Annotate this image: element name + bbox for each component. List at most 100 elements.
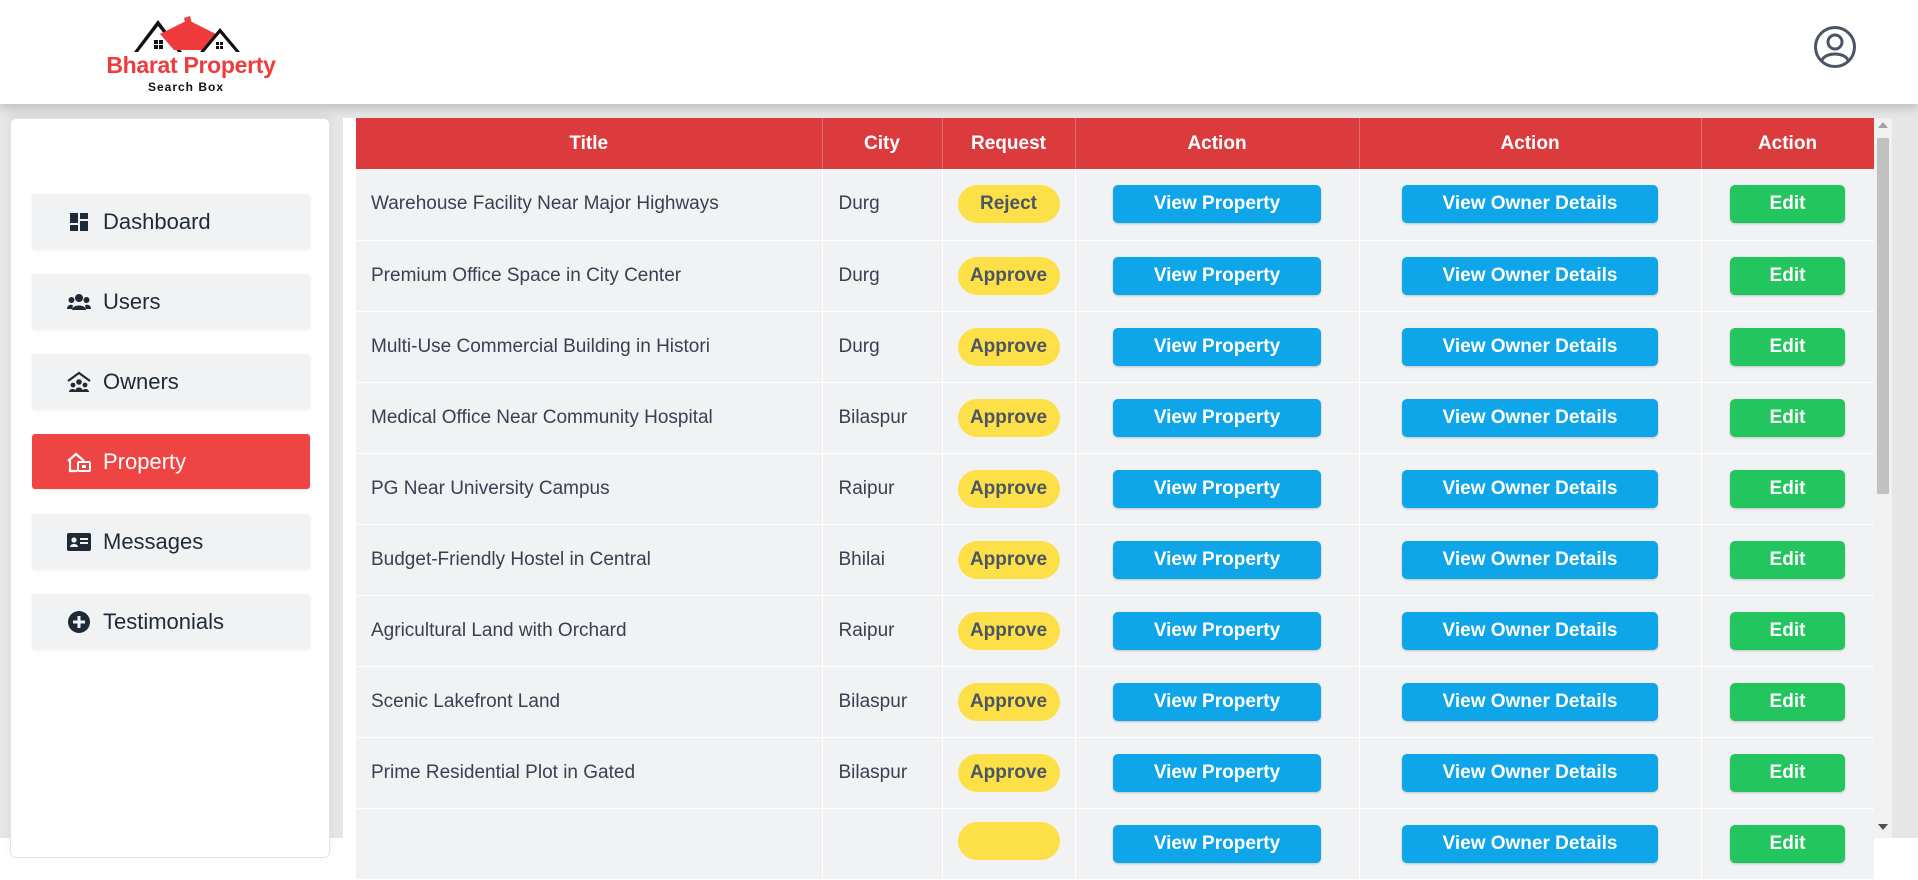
view-property-button[interactable]: View Property [1113, 185, 1321, 224]
table-row: Premium Office Space in City Center Durg A… [356, 240, 1875, 312]
property-title: Warehouse Facility Near Major Highways [356, 169, 823, 241]
sidebar-item-messages[interactable]: Messages [32, 514, 310, 569]
table-row: Warehouse Facility Near Major Highways Du… [356, 169, 1875, 241]
request-status-button[interactable]: Reject [957, 185, 1060, 224]
edit-button[interactable]: Edit [1730, 327, 1845, 366]
vertical-scrollbar[interactable] [1874, 118, 1892, 838]
sidebar-item-testimonials[interactable]: Testimonials [32, 594, 310, 649]
edit-button[interactable]: Edit [1730, 540, 1845, 579]
view-property-cell: View Property [1075, 169, 1360, 241]
view-owner-details-button[interactable]: View Owner Details [1402, 540, 1658, 579]
view-property-button[interactable]: View Property [1113, 753, 1321, 792]
view-property-cell: View Property [1075, 595, 1360, 667]
view-property-button[interactable]: View Property [1113, 398, 1321, 437]
sidebar-item-label: Owners [103, 368, 179, 394]
edit-button[interactable]: Edit [1730, 185, 1845, 224]
request-status-button[interactable]: Approve [957, 256, 1060, 295]
scrollbar-thumb[interactable] [1877, 138, 1889, 494]
edit-button[interactable]: Edit [1730, 753, 1845, 792]
view-owner-details-button[interactable]: View Owner Details [1402, 753, 1658, 792]
edit-cell: Edit [1701, 240, 1875, 312]
request-status-button[interactable]: Approve [957, 327, 1060, 366]
edit-cell: Edit [1701, 382, 1875, 454]
property-title: Medical Office Near Community Hospital [356, 382, 823, 454]
view-property-button[interactable]: View Property [1113, 611, 1321, 650]
edit-button[interactable]: Edit [1730, 611, 1845, 650]
request-status-button[interactable]: Approve [957, 611, 1060, 650]
edit-cell: Edit [1701, 453, 1875, 525]
column-header-action: Action [1359, 118, 1702, 169]
table-row: Multi-Use Commercial Building in Histori… [356, 311, 1875, 383]
view-owner-cell: View Owner Details [1359, 524, 1702, 596]
column-header-city: City [822, 118, 943, 169]
view-owner-details-button[interactable]: View Owner Details [1402, 398, 1658, 437]
view-property-cell: View Property [1075, 808, 1360, 880]
view-property-button[interactable]: View Property [1113, 469, 1321, 508]
view-owner-cell: View Owner Details [1359, 169, 1702, 241]
view-property-button[interactable]: View Property [1113, 256, 1321, 295]
request-status-button[interactable]: Approve [957, 753, 1060, 792]
scroll-down-arrow-icon[interactable] [1878, 824, 1888, 830]
view-owner-details-button[interactable]: View Owner Details [1402, 256, 1658, 295]
request-status-button[interactable]: Approve [957, 398, 1060, 437]
top-bar: Bharat Property Search Box [0, 0, 1918, 104]
sidebar-item-owners[interactable]: Owners [32, 354, 310, 409]
property-title: Multi-Use Commercial Building in Histori [356, 311, 823, 383]
request-cell: Approve [942, 524, 1076, 596]
sidebar-item-users[interactable]: Users [32, 274, 310, 329]
request-status-button[interactable] [957, 821, 1060, 860]
edit-button[interactable]: Edit [1730, 469, 1845, 508]
owners-icon [67, 370, 91, 394]
request-cell: Reject [942, 169, 1076, 241]
view-owner-details-button[interactable]: View Owner Details [1402, 682, 1658, 721]
view-owner-cell: View Owner Details [1359, 737, 1702, 809]
table-row: View Property View Owner Details Edit [356, 808, 1875, 880]
view-owner-details-button[interactable]: View Owner Details [1402, 327, 1658, 366]
view-owner-cell: View Owner Details [1359, 453, 1702, 525]
view-owner-details-button[interactable]: View Owner Details [1402, 185, 1658, 224]
view-property-cell: View Property [1075, 737, 1360, 809]
table-row: Medical Office Near Community Hospital Bi… [356, 382, 1875, 454]
view-property-cell: View Property [1075, 453, 1360, 525]
sidebar-item-dashboard[interactable]: Dashboard [32, 194, 310, 249]
table-row: PG Near University Campus Raipur Approve Vi… [356, 453, 1875, 525]
view-owner-details-button[interactable]: View Owner Details [1402, 824, 1658, 863]
column-header-action: Action [1701, 118, 1875, 169]
sidebar: Dashboard Users Owners Property Messages… [10, 118, 330, 858]
property-city: Raipur [822, 595, 943, 667]
view-owner-cell: View Owner Details [1359, 240, 1702, 312]
edit-button[interactable]: Edit [1730, 682, 1845, 721]
request-cell: Approve [942, 453, 1076, 525]
property-title: Scenic Lakefront Land [356, 666, 823, 738]
edit-cell: Edit [1701, 311, 1875, 383]
brand-logo[interactable]: Bharat Property Search Box [96, 12, 286, 96]
sidebar-item-property[interactable]: Property [32, 434, 310, 489]
edit-button[interactable]: Edit [1730, 398, 1845, 437]
property-title: Prime Residential Plot in Gated [356, 737, 823, 809]
property-city: Durg [822, 169, 943, 241]
edit-button[interactable]: Edit [1730, 824, 1845, 863]
sidebar-item-label: Users [103, 288, 161, 314]
view-owner-cell: View Owner Details [1359, 808, 1702, 880]
scroll-up-arrow-icon[interactable] [1878, 122, 1888, 128]
request-status-button[interactable]: Approve [957, 469, 1060, 508]
view-property-button[interactable]: View Property [1113, 682, 1321, 721]
view-owner-details-button[interactable]: View Owner Details [1402, 611, 1658, 650]
request-status-button[interactable]: Approve [957, 682, 1060, 721]
view-owner-details-button[interactable]: View Owner Details [1402, 469, 1658, 508]
brand-subtitle: Search Box [147, 80, 225, 94]
view-property-button[interactable]: View Property [1113, 540, 1321, 579]
view-property-button[interactable]: View Property [1113, 824, 1321, 863]
house-roof-logo-icon [134, 16, 240, 52]
view-property-cell: View Property [1075, 666, 1360, 738]
view-owner-cell: View Owner Details [1359, 595, 1702, 667]
view-property-button[interactable]: View Property [1113, 327, 1321, 366]
sidebar-item-label: Messages [103, 528, 204, 554]
view-property-cell: View Property [1075, 524, 1360, 596]
property-table-panel: Title City Request Action Action Action … [343, 118, 1875, 880]
user-circle-icon[interactable] [1813, 25, 1857, 69]
request-cell: Approve [942, 382, 1076, 454]
request-status-button[interactable]: Approve [957, 540, 1060, 579]
dashboard-icon [67, 210, 91, 234]
edit-button[interactable]: Edit [1730, 256, 1845, 295]
